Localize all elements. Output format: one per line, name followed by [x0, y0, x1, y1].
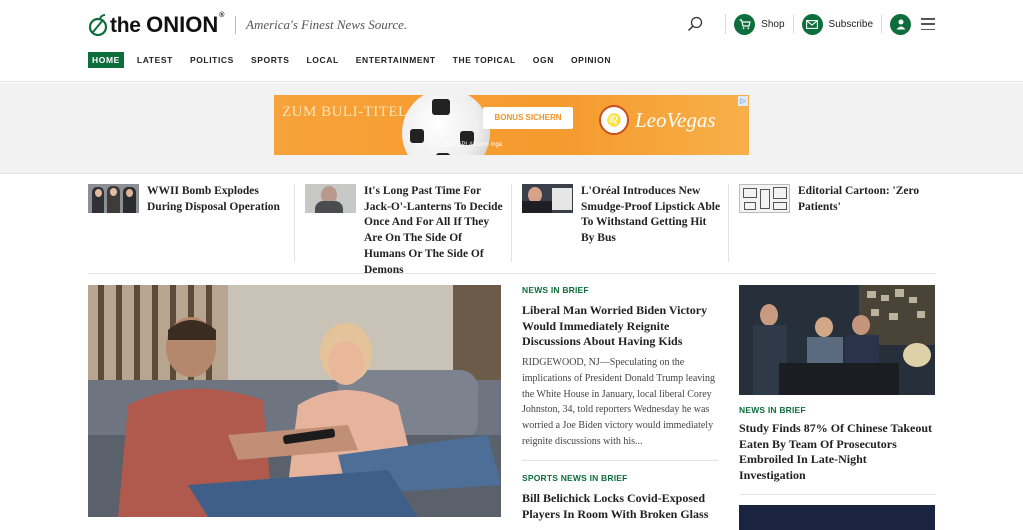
shop-button[interactable]: Shop: [734, 13, 785, 35]
adchoices-icon[interactable]: ▷: [738, 96, 748, 106]
strip-divider: [294, 184, 295, 262]
column-divider: [739, 493, 935, 495]
strip-divider: [728, 184, 729, 262]
story-title: It's Long Past Time For Jack-O'-Lanterns…: [364, 185, 503, 276]
article-image[interactable]: [739, 285, 935, 395]
center-column: NEWS IN BRIEF Liberal Man Worried Biden …: [522, 285, 718, 523]
section-kicker[interactable]: NEWS IN BRIEF: [522, 285, 718, 295]
site-logo[interactable]: the ONION®: [88, 12, 224, 38]
site-header: the ONION® America's Finest News Source.…: [0, 0, 1023, 82]
right-column: NEWS IN BRIEF Study Finds 87% Of Chinese…: [739, 285, 935, 530]
article-headline[interactable]: Bill Belichick Locks Covid-Exposed Playe…: [522, 491, 718, 522]
nav-item-local[interactable]: LOCAL: [303, 52, 343, 68]
ad-brand-name: LeoVegas: [635, 107, 716, 132]
article-excerpt: RIDGEWOOD, NJ—Speculating on the implica…: [522, 357, 716, 447]
cart-icon: [734, 13, 756, 35]
headline-strip: WWII Bomb Explodes During Disposal Opera…: [88, 184, 935, 276]
story-thumbnail: [739, 184, 790, 213]
ad-brand: ♌ LeoVegas: [599, 105, 716, 135]
nav-item-opinion[interactable]: OPINION: [567, 52, 615, 68]
strip-story[interactable]: WWII Bomb Explodes During Disposal Opera…: [88, 184, 288, 215]
onion-logo-icon: [88, 14, 108, 36]
strip-story[interactable]: Editorial Cartoon: 'Zero Patients': [739, 184, 935, 215]
subscribe-label: Subscribe: [828, 18, 873, 30]
mail-icon: [801, 13, 823, 35]
logo-wordmark: the ONION®: [110, 12, 225, 37]
article-image[interactable]: [739, 504, 935, 530]
ad-band: ZUM BULI-TITEL WETTEN BONUS SICHERN ♌ Le…: [0, 83, 1023, 174]
nav-item-sports[interactable]: SPORTS: [247, 52, 294, 68]
header-divider: [792, 14, 794, 34]
search-icon[interactable]: [687, 16, 703, 32]
story-thumbnail: [305, 184, 356, 213]
story-title: Editorial Cartoon: 'Zero Patients': [798, 185, 920, 213]
lion-logo-icon: ♌: [599, 105, 629, 135]
story-title: WWII Bomb Explodes During Disposal Opera…: [147, 185, 280, 213]
story-title: L'Oréal Introduces New Smudge-Proof Lips…: [581, 185, 721, 245]
main-nav: HOME LATEST POLITICS SPORTS LOCAL ENTERTAINME…: [88, 52, 624, 68]
nav-item-home[interactable]: HOME: [88, 52, 124, 68]
hero-image[interactable]: [88, 285, 501, 517]
nav-item-the-topical[interactable]: THE TOPICAL: [449, 52, 520, 68]
user-icon[interactable]: [890, 13, 911, 35]
article-headline[interactable]: Liberal Man Worried Biden Victory Would …: [522, 303, 718, 350]
header-divider: [881, 14, 882, 34]
section-kicker[interactable]: NEWS IN BRIEF: [739, 405, 935, 415]
prosecutors-office-photo: [739, 285, 935, 395]
strip-divider: [511, 184, 512, 262]
header-actions: Shop Subscribe: [687, 13, 935, 35]
ad-footer: LEOSAFEPLAY.com mga: [434, 142, 503, 148]
nav-item-ogn[interactable]: OGN: [529, 52, 558, 68]
strip-story[interactable]: It's Long Past Time For Jack-O'-Lanterns…: [305, 184, 505, 278]
site-tagline: America's Finest News Source.: [235, 16, 407, 34]
nav-item-latest[interactable]: LATEST: [133, 52, 177, 68]
advertisement[interactable]: ZUM BULI-TITEL WETTEN BONUS SICHERN ♌ Le…: [274, 95, 749, 155]
menu-icon[interactable]: [921, 18, 935, 30]
section-kicker[interactable]: SPORTS NEWS IN BRIEF: [522, 473, 718, 483]
strip-story[interactable]: L'Oréal Introduces New Smudge-Proof Lips…: [522, 184, 722, 247]
story-thumbnail: [88, 184, 139, 213]
nav-item-entertainment[interactable]: ENTERTAINMENT: [352, 52, 440, 68]
shop-label: Shop: [761, 18, 785, 30]
subscribe-button[interactable]: Subscribe: [801, 13, 873, 35]
story-thumbnail: [522, 184, 573, 213]
article-headline[interactable]: Study Finds 87% Of Chinese Takeout Eaten…: [739, 421, 935, 484]
nav-item-politics[interactable]: POLITICS: [186, 52, 238, 68]
ad-cta-button[interactable]: BONUS SICHERN: [483, 107, 573, 129]
header-divider: [725, 14, 727, 34]
couple-on-couch-photo: [88, 285, 501, 517]
column-divider: [522, 460, 718, 462]
